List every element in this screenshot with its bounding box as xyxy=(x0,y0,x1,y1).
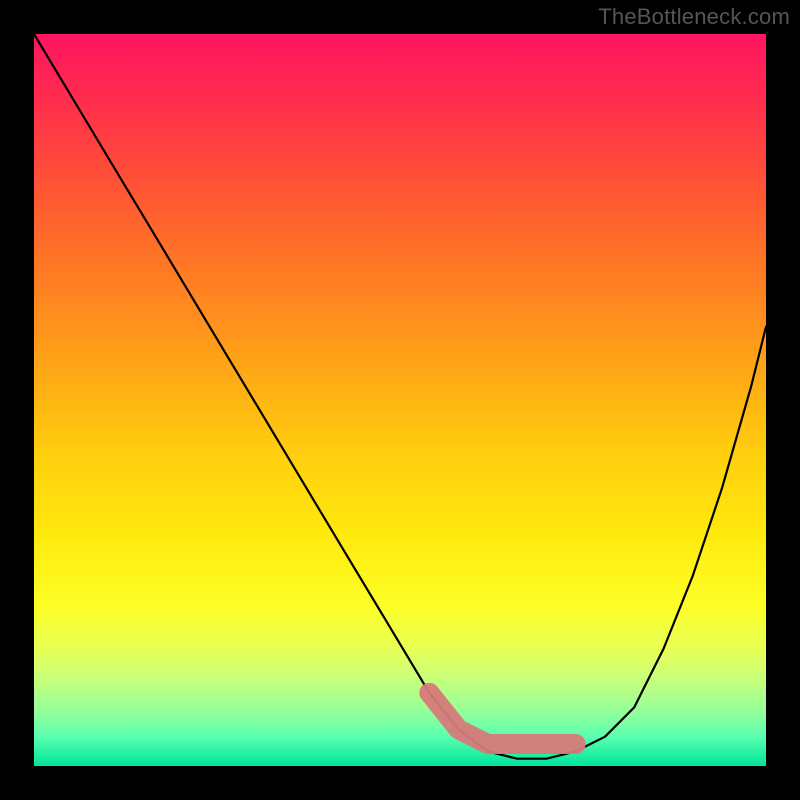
bottleneck-curve xyxy=(34,34,766,759)
plot-area xyxy=(34,34,766,766)
chart-overlay xyxy=(34,34,766,766)
watermark-text: TheBottleneck.com xyxy=(598,4,790,30)
chart-frame: TheBottleneck.com xyxy=(0,0,800,800)
sweet-spot-band xyxy=(429,693,575,744)
